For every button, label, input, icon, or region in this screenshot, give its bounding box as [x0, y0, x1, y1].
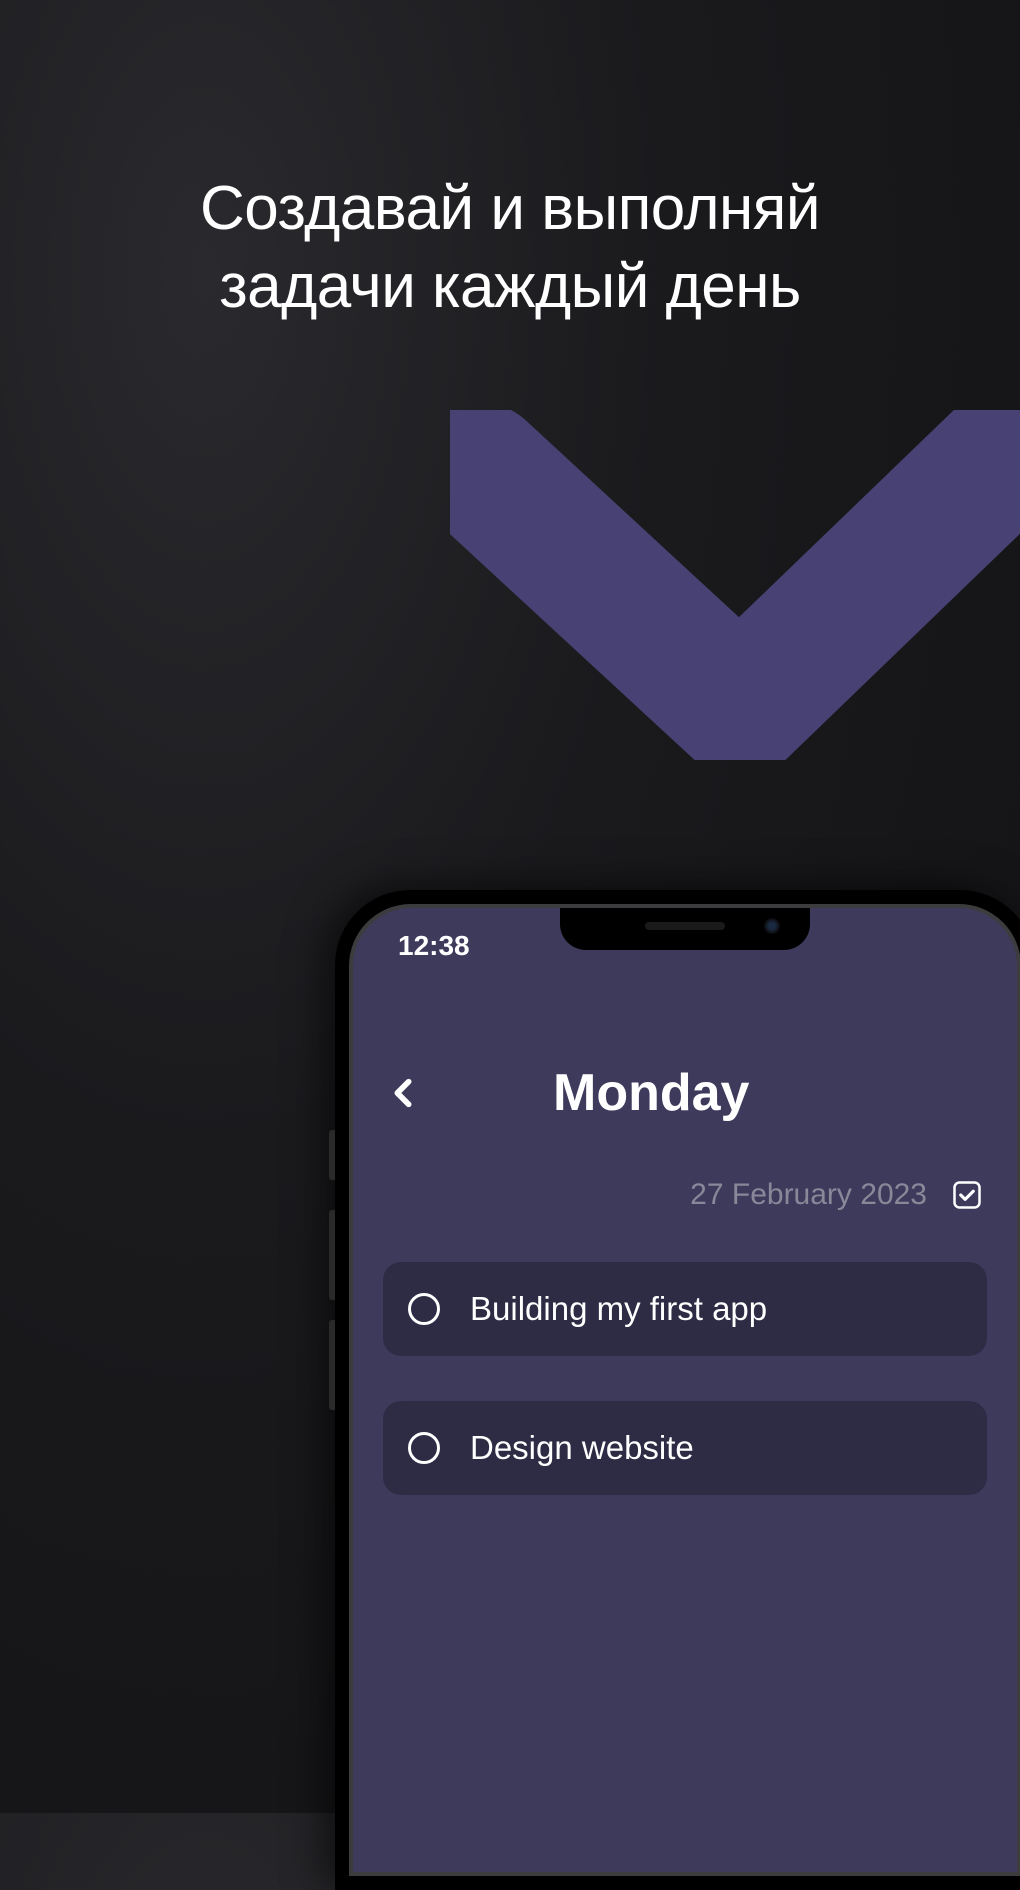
- select-all-button[interactable]: [952, 1180, 982, 1210]
- task-label: Design website: [470, 1429, 694, 1467]
- checkbox-checked-icon: [952, 1180, 982, 1210]
- phone-screen: 12:38 Monday 27 February 2023: [349, 904, 1020, 1876]
- task-item[interactable]: Building my first app: [383, 1262, 987, 1356]
- promo-headline: Создавай и выполняй задачи каждый день: [0, 170, 1020, 325]
- app-header: Monday: [383, 1063, 987, 1123]
- chevron-left-icon: [386, 1076, 420, 1110]
- phone-side-button: [329, 1210, 335, 1300]
- task-list: Building my first app Design website: [383, 1262, 987, 1495]
- back-button[interactable]: [383, 1073, 423, 1113]
- date-text: 27 February 2023: [690, 1178, 927, 1212]
- checkmark-decoration-icon: [450, 410, 1020, 760]
- day-title: Monday: [553, 1063, 749, 1123]
- headline-line-2: задачи каждый день: [219, 252, 801, 321]
- phone-camera: [764, 918, 780, 934]
- task-checkbox[interactable]: [408, 1293, 440, 1325]
- phone-side-button: [329, 1130, 335, 1180]
- task-label: Building my first app: [470, 1290, 767, 1328]
- phone-notch: [560, 908, 810, 950]
- status-time: 12:38: [398, 930, 470, 962]
- headline-line-1: Создавай и выполняй: [200, 174, 820, 243]
- phone-side-button: [329, 1320, 335, 1410]
- app-content: Monday 27 February 2023 Building my firs…: [353, 1063, 1017, 1495]
- task-checkbox[interactable]: [408, 1432, 440, 1464]
- phone-speaker: [645, 922, 725, 930]
- task-item[interactable]: Design website: [383, 1401, 987, 1495]
- phone-mockup: 12:38 Monday 27 February 2023: [335, 890, 1020, 1890]
- date-row: 27 February 2023: [383, 1178, 987, 1212]
